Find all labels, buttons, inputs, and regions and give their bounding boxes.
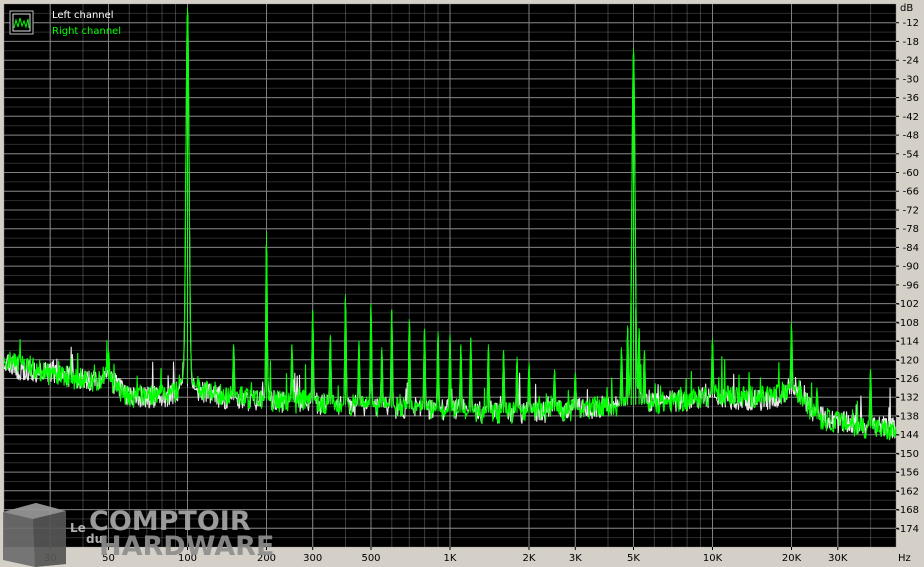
comptoir-hardware-logo: Le du COMPTOIR HARDWARE [3, 503, 274, 567]
y-tick-label: -72 [903, 206, 919, 217]
logo-hardware-text: HARDWARE [99, 531, 274, 562]
x-tick-label: 500 [361, 553, 380, 564]
y-tick-label: -12 [903, 18, 919, 29]
y-tick-label: -30 [903, 74, 919, 85]
y-tick-label: -66 [903, 187, 919, 198]
y-tick-label: -48 [903, 131, 919, 142]
y-tick-label: -144 [896, 430, 919, 441]
logo-cube-side [33, 511, 66, 567]
y-tick-label: -174 [896, 524, 919, 535]
y-tick-label: -162 [896, 486, 919, 497]
spectrum-chart: dB -12 -18 -24 -30 -36 -42 -48 -54 -60 -66 -72 -78 -… [0, 0, 924, 567]
logo-le-text: Le [70, 521, 86, 535]
x-tick-label: 3K [569, 553, 582, 564]
y-tick-label: -132 [896, 393, 919, 404]
y-tick-label: -18 [903, 37, 919, 48]
x-tick-label: 1K [444, 553, 457, 564]
legend-entry-right-channel: Right channel [52, 26, 121, 37]
y-axis-label: dB [900, 3, 913, 14]
y-tick-label: -90 [903, 262, 919, 273]
x-tick-label: 5K [627, 553, 640, 564]
y-tick-label: -120 [896, 355, 919, 366]
x-tick-label: 10K [703, 553, 723, 564]
y-tick-label: -42 [903, 112, 919, 123]
y-tick-label: -24 [903, 56, 919, 67]
y-tick-label: -126 [896, 374, 919, 385]
x-tick-label: 300 [303, 553, 322, 564]
y-tick-label: -54 [903, 149, 919, 160]
y-tick-label: -36 [903, 93, 919, 104]
y-tick-label: -60 [903, 168, 919, 179]
x-tick-label: 2K [523, 553, 536, 564]
y-tick-label: -168 [896, 505, 919, 516]
y-tick-label: -150 [896, 449, 919, 460]
y-tick-label: -108 [896, 318, 919, 329]
y-tick-label: -156 [896, 468, 919, 479]
y-tick-label: -102 [896, 299, 919, 310]
y-tick-label: -114 [896, 337, 919, 348]
x-axis-label: Hz [898, 553, 911, 564]
y-tick-label: -78 [903, 224, 919, 235]
y-tick-label: -84 [903, 243, 919, 254]
y-tick-label: -96 [903, 280, 919, 291]
y-tick-label: -138 [896, 411, 919, 422]
legend-entry-left-channel: Left channel [52, 10, 114, 21]
x-tick-label: 30K [828, 553, 848, 564]
x-tick-label: 20K [782, 553, 802, 564]
